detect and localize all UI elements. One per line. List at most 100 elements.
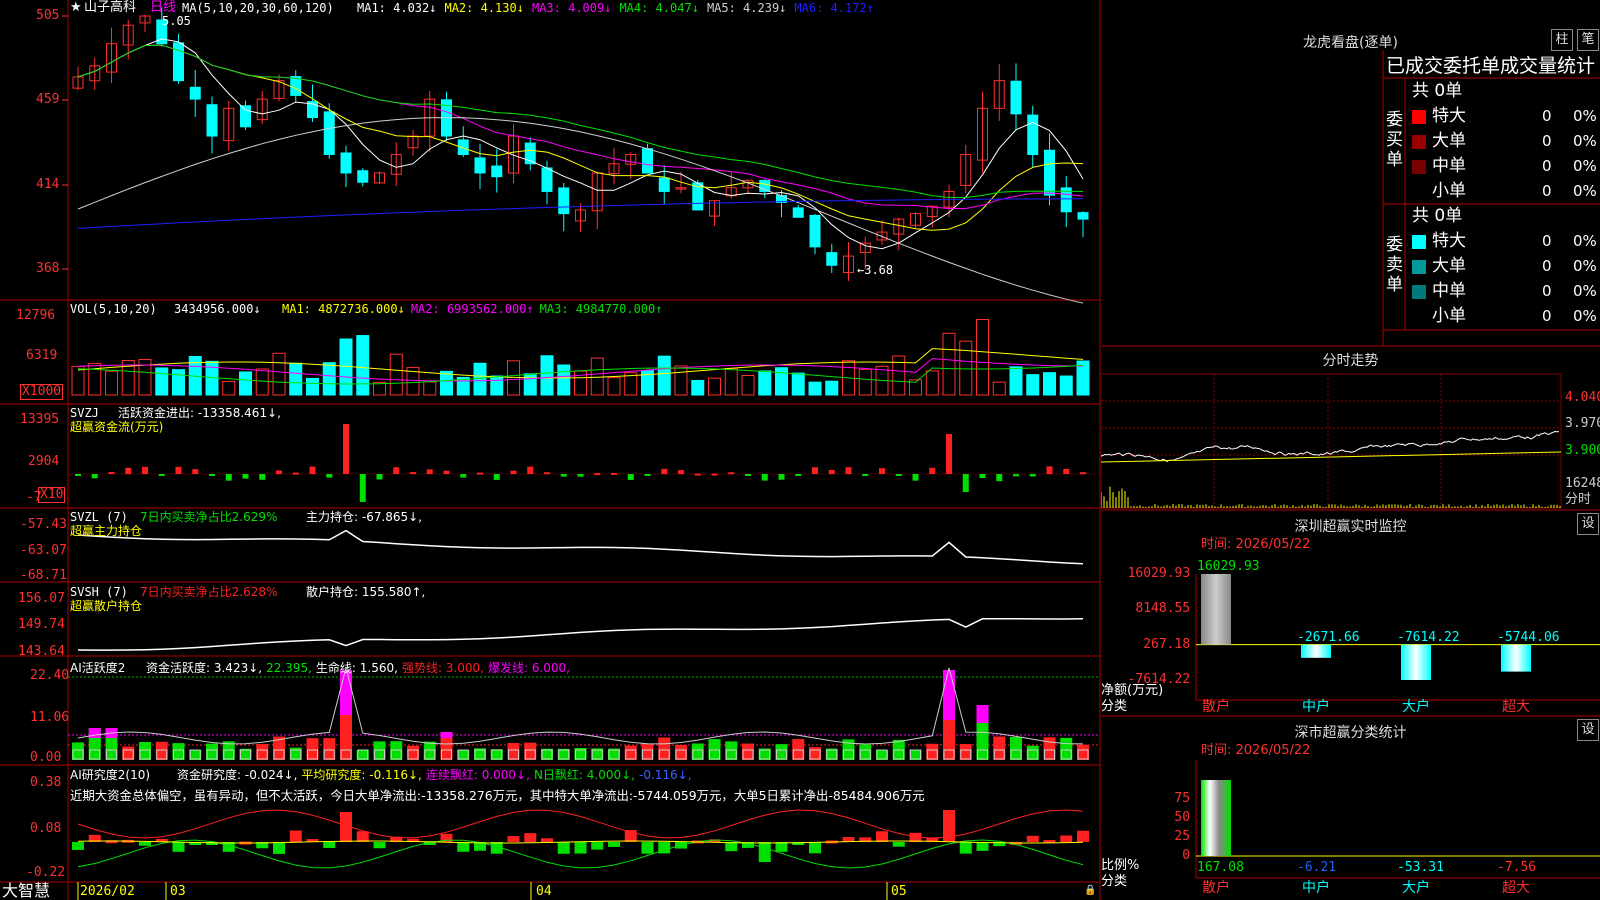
legend-item: 爆发线: 6.000, [487,661,570,675]
candle-body [240,105,251,128]
fund-flow-bar [996,474,1003,482]
main-holding-line [77,529,1084,565]
volume-bar [657,355,671,396]
candle-body [558,187,570,215]
vol-ma-line [77,348,1084,379]
ai-research-tick: 0.08 [30,821,62,836]
fund-flow-bar [644,474,651,476]
legend-item: MA4: 4.047↓ [619,1,699,15]
activity-peak [88,728,101,738]
candle-body [189,86,201,100]
fund-flow-bar [627,474,634,481]
volume-bar [791,372,805,396]
fund-flow-bar [812,467,818,474]
research-bar [758,842,771,862]
legend-item: 强势线: 3.000, [401,661,484,675]
legend-swatch [1412,110,1426,124]
order-pct: 0% [1573,257,1597,275]
research-bar [72,842,84,850]
volume-bar [322,362,336,396]
sz-class-xlabel: 分类 [1101,874,1128,889]
activity-bar [206,743,218,760]
legend-item: MA2: 6993562.000↑ [410,302,534,316]
activity-line [77,666,1084,745]
fund-flow-bar [979,474,986,479]
legend-item: 资金活跃度: 3.423↓, [146,661,263,675]
pen-mode-button[interactable]: 笔 [1577,29,1599,51]
order-pct: 0% [1573,307,1597,325]
ai-active-label: AI活跃度2 [70,661,126,675]
research-bar [892,842,905,847]
legend-item: 22.395, [266,661,312,675]
activity-bar [624,745,637,760]
fund-flow-bar [962,474,969,492]
fund-flow-bar [108,471,115,474]
research-bar [1060,835,1073,842]
candle-body [357,170,369,183]
svsh-tick: 149.74 [18,617,65,632]
volume-bar [423,381,437,396]
research-bar [876,831,888,842]
activity-bar [725,741,738,760]
candle-body [206,104,218,137]
activity-bar [122,746,135,760]
fund-flow-bar [862,474,869,476]
svzj-tick: 2904 [28,454,60,469]
high-price-note: 5.05 [162,14,191,28]
research-bar [574,842,587,854]
svzl-tick: -63.07 [20,543,67,558]
activity-bar [658,737,671,760]
activity-bar [155,741,168,760]
fund-flow-bar [745,474,751,476]
bar-mode-button[interactable]: 柱 [1551,29,1573,51]
svzl-label: SVZL (7) [70,510,128,524]
kline-chart-area[interactable] [0,0,1101,900]
activity-bar [390,741,403,760]
fund-flow-bar [728,472,735,475]
research-bar [591,842,604,850]
category-label: 超大 [1502,699,1530,715]
candle-body [826,252,838,266]
volume-bar [540,355,554,396]
fund-flow-bar [175,466,182,474]
sz-monitor-settings-button[interactable]: 设 [1577,513,1599,535]
lock-icon[interactable]: 🔒 [1084,884,1096,898]
volume-bar [71,365,85,396]
fund-flow-bar [946,434,952,474]
period-label[interactable]: 日线 [150,1,176,15]
fund-flow-bar [426,469,433,474]
ma-params-label: MA(5,10,20,30,60,120) [182,1,334,15]
fund-flow-bar [594,473,601,476]
category-bar [1501,644,1531,672]
research-bar [541,838,553,842]
svsh-tick: 143.64 [18,644,65,659]
stock-star-icon[interactable]: ★ [70,1,82,15]
volume-bar [925,370,939,396]
category-label: 大户 [1402,699,1430,715]
order-name: 小单 [1432,181,1466,201]
svzl-subtitle: 超赢主力持仓 [70,524,143,538]
activity-bar [256,743,269,760]
legend-item: MA1: 4872736.000↓ [282,302,405,316]
volume-bar [356,335,370,396]
category-label: 散户 [1202,880,1230,896]
volume-bar [858,368,872,396]
svsh-tick: 156.07 [18,591,65,606]
svzj-unit: X10 [38,487,66,503]
category-label: 超大 [1502,880,1530,896]
fund-flow-bar [276,470,282,474]
sz-monitor-time: 时间: 2026/05/22 [1201,537,1311,552]
price-tick: 368 [36,261,60,276]
fund-flow-bar [929,467,936,474]
vol-value: 3434956.000↓ [174,302,261,316]
svzj-label: SVZJ [70,406,99,420]
vol-ma-legend: MA1: 4872736.000↓ MA2: 6993562.000↑ MA3: 4… [282,302,668,316]
volume-bar [255,368,269,396]
sz-class-settings-button[interactable]: 设 [1577,719,1599,741]
buy-total: 共 0单 [1412,81,1463,101]
research-bar [273,842,285,854]
order-count: 0 [1542,257,1552,275]
fund-flow-bar [125,467,132,474]
ai-commentary: 近期大资金总体偏空，虽有异动，但不太活跃，今日大单净流出:-13358.276万… [70,788,925,803]
volume-bar [389,353,403,396]
